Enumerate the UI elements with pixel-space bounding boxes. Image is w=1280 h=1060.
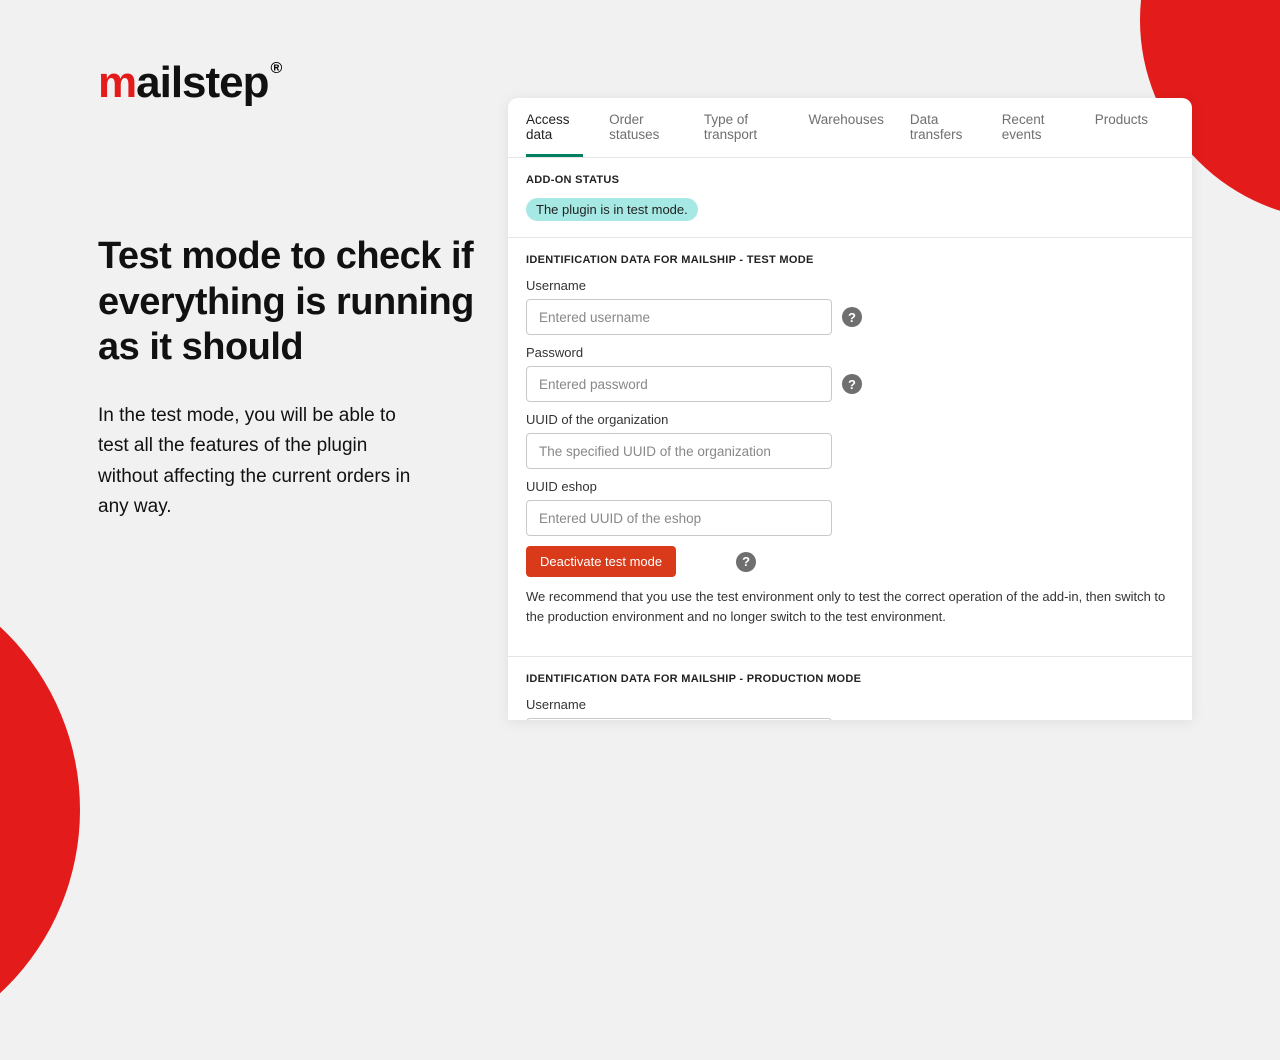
tab-type-of-transport[interactable]: Type of transport [704,98,783,157]
decor-circle-bottom [0,560,80,1060]
tab-recent-events[interactable]: Recent events [1002,98,1069,157]
status-badge: The plugin is in test mode. [526,198,698,221]
deactivate-test-mode-button[interactable]: Deactivate test mode [526,546,676,577]
help-icon[interactable]: ? [842,374,862,394]
org-uuid-input[interactable] [526,433,832,469]
settings-panel: Access data Order statuses Type of trans… [508,98,1192,720]
tab-warehouses[interactable]: Warehouses [809,98,884,157]
password-label: Password [526,345,1174,360]
page-headline: Test mode to check if everything is runn… [98,234,478,371]
eshop-uuid-label: UUID eshop [526,479,1174,494]
username-label: Username [526,278,1174,293]
prod-username-label: Username [526,697,1174,712]
testmode-note: We recommend that you use the test envir… [526,577,1174,640]
tab-order-statuses[interactable]: Order statuses [609,98,678,157]
logo: mailstep ® [98,58,478,108]
help-icon[interactable]: ? [736,552,756,572]
password-input[interactable] [526,366,832,402]
page-subtext: In the test mode, you will be able to te… [98,401,428,523]
eshop-uuid-input[interactable] [526,500,832,536]
logo-prefix: m [98,58,136,107]
help-icon[interactable]: ? [842,307,862,327]
org-uuid-label: UUID of the organization [526,412,1174,427]
prodmode-title: IDENTIFICATION DATA FOR MAILSHIP - PRODU… [526,673,1174,685]
username-input[interactable] [526,299,832,335]
logo-rest: ailstep [136,58,268,107]
tabs: Access data Order statuses Type of trans… [508,98,1192,158]
testmode-title: IDENTIFICATION DATA FOR MAILSHIP - TEST … [526,254,1174,266]
logo-registered: ® [271,60,283,78]
tab-products[interactable]: Products [1095,98,1148,157]
addon-status-title: ADD-ON STATUS [526,174,1174,186]
tab-access-data[interactable]: Access data [526,98,583,157]
tab-data-transfers[interactable]: Data transfers [910,98,976,157]
